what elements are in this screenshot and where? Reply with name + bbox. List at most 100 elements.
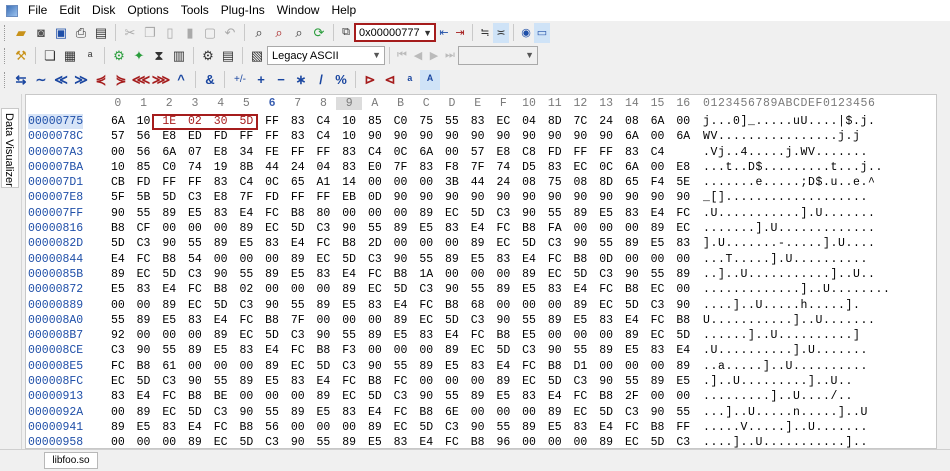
hex-byte[interactable]: 83 xyxy=(336,405,362,420)
hex-byte[interactable]: 00 xyxy=(234,389,260,404)
ascii-text[interactable]: .....V.....]..U....... xyxy=(703,420,868,435)
hex-byte[interactable]: FA xyxy=(542,221,568,236)
hex-byte[interactable]: E5 xyxy=(208,343,234,358)
hex-byte[interactable]: FC xyxy=(208,420,234,435)
hex-byte[interactable]: 85 xyxy=(131,160,157,175)
hex-byte[interactable]: 90 xyxy=(516,206,542,221)
hex-byte[interactable]: 90 xyxy=(670,298,696,313)
hex-byte[interactable]: 89 xyxy=(542,405,568,420)
hex-byte[interactable]: FF xyxy=(311,190,337,205)
menu-disk[interactable]: Disk xyxy=(86,0,121,21)
hex-byte[interactable]: FC xyxy=(619,420,645,435)
hex-byte[interactable]: CF xyxy=(131,221,157,236)
hex-byte[interactable]: 89 xyxy=(156,298,182,313)
file-tab[interactable]: libfoo.so xyxy=(44,452,98,469)
hex-byte[interactable]: 89 xyxy=(670,359,696,374)
hex-byte[interactable]: 6E xyxy=(439,405,465,420)
hex-byte[interactable]: EC xyxy=(311,252,337,267)
hex-byte[interactable]: 83 xyxy=(593,313,619,328)
hex-byte[interactable]: 89 xyxy=(362,420,388,435)
hex-byte[interactable]: C4 xyxy=(311,129,337,144)
hex-byte[interactable]: 89 xyxy=(619,328,645,343)
hex-byte[interactable]: 6A xyxy=(413,145,439,160)
hex-byte[interactable]: B8 xyxy=(131,359,157,374)
hex-byte[interactable]: 5D xyxy=(413,420,439,435)
hex-byte[interactable]: 83 xyxy=(336,160,362,175)
hex-byte[interactable]: 24 xyxy=(285,160,311,175)
hex-byte[interactable]: C0 xyxy=(388,114,414,129)
open-disk-icon[interactable]: ◙ xyxy=(31,23,51,43)
save-icon[interactable]: ▣ xyxy=(51,23,71,43)
hex-byte[interactable]: 00 xyxy=(619,252,645,267)
hex-byte[interactable]: E5 xyxy=(465,252,491,267)
hex-byte[interactable]: 83 xyxy=(336,145,362,160)
hex-byte[interactable]: 08 xyxy=(568,175,594,190)
hex-byte[interactable]: 65 xyxy=(285,175,311,190)
cut-icon[interactable]: ✂ xyxy=(120,23,140,43)
hex-byte[interactable]: E4 xyxy=(182,420,208,435)
hex-byte[interactable]: 00 xyxy=(413,374,439,389)
hex-byte[interactable]: 55 xyxy=(568,343,594,358)
hex-byte[interactable]: B8 xyxy=(285,206,311,221)
hex-byte[interactable]: EC xyxy=(285,359,311,374)
hex-byte[interactable]: FF xyxy=(234,129,260,144)
hex-byte[interactable]: 5E xyxy=(670,175,696,190)
hex-byte[interactable]: E5 xyxy=(336,298,362,313)
refresh-icon[interactable]: ⟳ xyxy=(309,23,329,43)
hex-byte[interactable]: 5D xyxy=(234,435,260,448)
hex-byte[interactable]: 00 xyxy=(439,374,465,389)
hex-byte[interactable]: E5 xyxy=(516,328,542,343)
hex-byte[interactable]: FF xyxy=(311,145,337,160)
hex-byte[interactable]: 00 xyxy=(439,145,465,160)
hex-byte[interactable]: B8 xyxy=(259,313,285,328)
ascii-text[interactable]: .......e.....;D$.u..e.^ xyxy=(703,175,876,190)
hex-byte[interactable]: 90 xyxy=(336,221,362,236)
hex-byte[interactable]: C3 xyxy=(182,190,208,205)
find-icon[interactable]: ⌕ xyxy=(249,23,269,43)
hex-byte[interactable]: 00 xyxy=(105,405,131,420)
hex-byte[interactable]: 89 xyxy=(182,435,208,448)
hex-byte[interactable]: E4 xyxy=(413,435,439,448)
hex-byte[interactable]: 5F xyxy=(105,190,131,205)
replace-icon[interactable]: ⌕ xyxy=(289,23,309,43)
hex-byte[interactable]: 00 xyxy=(568,435,594,448)
hex-byte[interactable]: E4 xyxy=(593,420,619,435)
hex-byte[interactable]: 00 xyxy=(593,221,619,236)
hex-byte[interactable]: B8 xyxy=(208,282,234,297)
hex-byte[interactable]: 90 xyxy=(619,267,645,282)
hex-byte[interactable]: C3 xyxy=(131,236,157,251)
hex-byte[interactable]: EC xyxy=(362,282,388,297)
hex-byte[interactable]: 0C xyxy=(388,145,414,160)
hex-byte[interactable]: 6A xyxy=(619,129,645,144)
hex-byte[interactable]: B8 xyxy=(362,374,388,389)
hex-byte[interactable]: E5 xyxy=(542,420,568,435)
hex-byte[interactable]: 55 xyxy=(516,313,542,328)
hex-byte[interactable]: 00 xyxy=(465,374,491,389)
hex-byte[interactable]: EC xyxy=(413,313,439,328)
hex-byte[interactable]: 00 xyxy=(568,221,594,236)
hex-byte[interactable]: 55 xyxy=(105,313,131,328)
hex-byte[interactable]: 90 xyxy=(388,190,414,205)
hex-byte[interactable]: 90 xyxy=(131,343,157,358)
ascii-text[interactable]: ...t..D$.........t...j.. xyxy=(703,160,883,175)
hex-byte[interactable]: 90 xyxy=(362,129,388,144)
hex-byte[interactable]: EC xyxy=(516,374,542,389)
hex-byte[interactable]: 55 xyxy=(285,298,311,313)
hex-byte[interactable]: 89 xyxy=(593,343,619,358)
hex-byte[interactable]: 90 xyxy=(619,190,645,205)
hex-byte[interactable]: EC xyxy=(645,328,671,343)
hex-byte[interactable]: EC xyxy=(156,405,182,420)
hex-byte[interactable]: EC xyxy=(568,405,594,420)
hex-byte[interactable]: C3 xyxy=(336,359,362,374)
hex-byte[interactable]: 00 xyxy=(645,129,671,144)
hex-byte[interactable]: 90 xyxy=(439,129,465,144)
hex-byte[interactable]: B8 xyxy=(465,435,491,448)
hex-byte[interactable]: B8 xyxy=(336,236,362,251)
hex-byte[interactable]: 89 xyxy=(645,374,671,389)
hex-byte[interactable]: 5D xyxy=(619,298,645,313)
hex-byte[interactable]: FC xyxy=(156,389,182,404)
goto-icon[interactable]: ⇤ xyxy=(436,23,452,43)
ascii-text[interactable]: ...]..U.....n.....]..U xyxy=(703,405,868,420)
hex-byte[interactable]: E4 xyxy=(336,267,362,282)
hex-byte[interactable]: FD xyxy=(131,175,157,190)
